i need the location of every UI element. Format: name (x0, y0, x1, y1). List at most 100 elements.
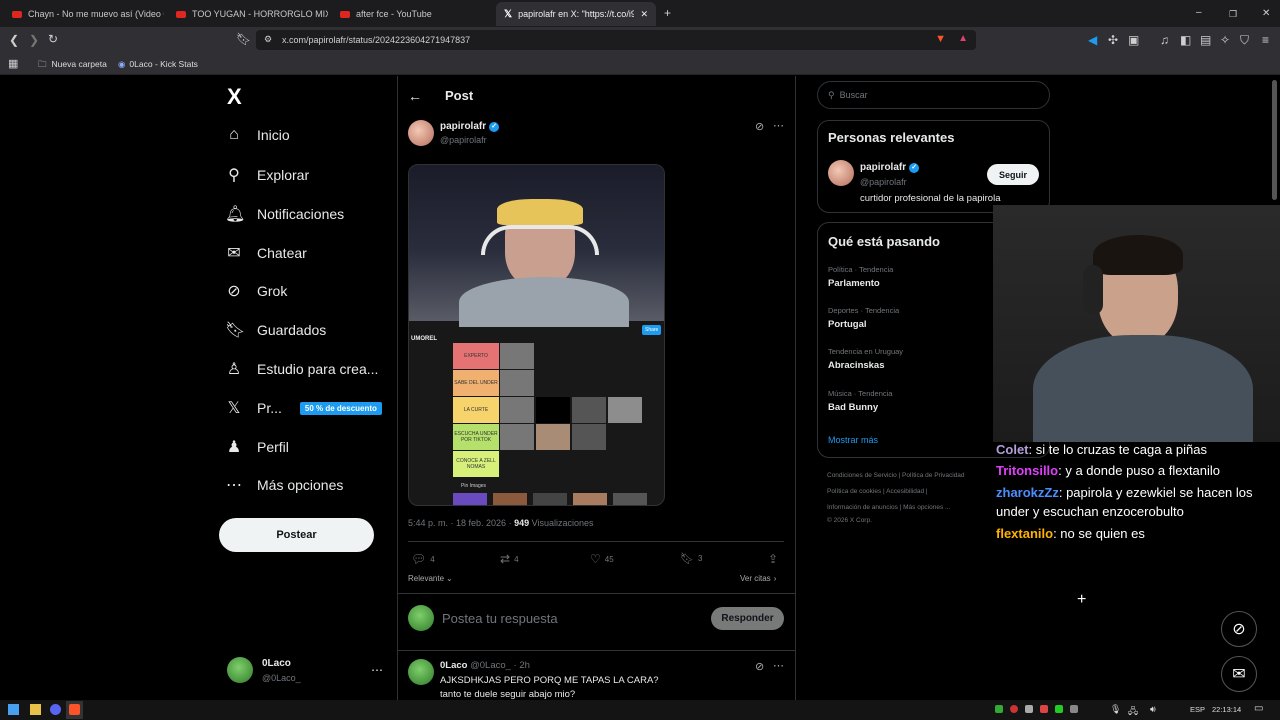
reply-input[interactable]: Postea tu respuesta (442, 611, 558, 626)
repost-action[interactable]: ⇄ 4 (500, 552, 519, 566)
wallet-icon[interactable]: ▤ (1200, 34, 1211, 46)
close-window-icon[interactable]: ✕ (1262, 8, 1270, 20)
more-icon: ⋯ (226, 477, 242, 494)
x-logo[interactable]: X (227, 84, 242, 110)
brave-shields-icon[interactable]: ▼ (935, 33, 946, 45)
volume-icon[interactable]: 🔊︎ (1150, 704, 1156, 715)
relevant-avatar[interactable] (828, 160, 854, 186)
back-icon[interactable]: ❮ (9, 34, 19, 46)
account-avatar[interactable] (227, 657, 253, 683)
mic-icon[interactable]: 🎙︎ (1110, 704, 1121, 715)
like-action[interactable]: ♡ 45 (590, 552, 614, 566)
footer-links-3[interactable]: Información de anuncios | Más opciones .… (827, 504, 950, 511)
downloads-icon[interactable]: ▣ (1128, 34, 1139, 46)
media-icon[interactable]: ♫ (1160, 34, 1169, 46)
audio-icon[interactable]: ◀︎ (1088, 34, 1097, 46)
quotes-link[interactable]: Ver citas › (740, 574, 776, 583)
start-icon[interactable] (8, 704, 19, 715)
post-media[interactable]: UMOREL Share EXPERTO SABE DEL UNDER LA CUR… (408, 164, 665, 506)
sidebar-item-more[interactable]: ⋯ Más opciones (225, 475, 343, 495)
webcam-overlay (993, 205, 1280, 442)
forward-icon[interactable]: ❯ (29, 34, 39, 46)
trend-item[interactable]: Abracinskas (828, 360, 885, 371)
network-icon[interactable]: 🖧︎ (1128, 704, 1138, 720)
reply-avatar[interactable] (408, 659, 434, 685)
grok-float-button[interactable]: ⊘ (1221, 611, 1257, 647)
reload-icon[interactable]: ↻ (48, 33, 58, 45)
browser-tab-2[interactable]: TOO YUGAN - HORRORGLO MIXTAP (168, 2, 328, 26)
brave-taskbar-button[interactable] (66, 701, 83, 719)
account-name: 0Laco (262, 658, 291, 669)
sidebar-item-bookmark[interactable]: 🔖︎ Guardados (225, 320, 326, 340)
discord-icon[interactable] (50, 704, 61, 715)
browser-tab-3[interactable]: after fce - YouTube (332, 2, 492, 26)
share-action[interactable]: ⇪ (768, 552, 778, 566)
search-icon: ⚲ (228, 167, 240, 184)
back-arrow-icon[interactable]: ← (408, 88, 422, 104)
restore-icon[interactable]: ❐ (1229, 8, 1237, 20)
page-scrollbar[interactable] (1272, 80, 1277, 200)
relevant-name-row[interactable]: papirolafr ✓ (860, 162, 920, 173)
bookmark-action[interactable]: 🔖︎ 3 (680, 552, 702, 565)
brave-rewards-icon[interactable]: ▲ (958, 33, 968, 44)
author-name-row[interactable]: papirolafr ✓ (440, 121, 500, 132)
sidebar-item-mail[interactable]: ✉ Chatear (225, 243, 307, 263)
grok-icon[interactable]: ⊘ (755, 120, 764, 133)
tray-icon-3 (1025, 705, 1033, 713)
leo-ai-icon[interactable]: ✧ (1220, 34, 1230, 46)
youtube-icon (340, 10, 350, 18)
heart-icon: ♡ (590, 552, 601, 566)
bookmark-kick-stats[interactable]: ◉ 0Laco - Kick Stats (118, 59, 198, 70)
sort-dropdown[interactable]: Relevante ⌄ (408, 574, 453, 583)
sidebar-item-studio[interactable]: ♙ Estudio para crea... (225, 359, 379, 379)
sidebar-item-home[interactable]: ⌂ Inicio (225, 126, 290, 144)
follow-button[interactable]: Seguir (987, 164, 1039, 185)
sidebar-item-bell[interactable]: 🔔︎ Notificaciones (225, 204, 344, 224)
tier-thumbnail (500, 370, 534, 396)
footer-links-1[interactable]: Condiciones de Servicio | Política de Pr… (827, 472, 965, 479)
menu-icon[interactable]: ≡ (1262, 34, 1269, 46)
composer-avatar (408, 605, 434, 631)
site-info-icon[interactable]: ⚙ (264, 34, 272, 45)
messages-float-button[interactable]: ✉ (1221, 656, 1257, 692)
account-more-icon[interactable]: ⋯ (371, 663, 383, 677)
bookmark-folder[interactable]: 🗀︎ Nueva carpeta (38, 59, 107, 73)
show-more-link[interactable]: Mostrar más (828, 435, 878, 445)
sidebar-item-search[interactable]: ⚲ Explorar (225, 165, 309, 185)
extensions-icon[interactable]: ✣ (1108, 34, 1118, 46)
apps-grid-icon[interactable]: ▦ (8, 58, 18, 70)
reply-button[interactable]: Responder (711, 607, 784, 630)
close-tab-icon[interactable]: ✕ (640, 9, 648, 20)
trend-item[interactable]: Bad Bunny (828, 402, 878, 413)
post-more-icon[interactable]: ⋯ (773, 119, 784, 132)
bookmark-page-icon[interactable]: 🔖︎ (236, 33, 251, 45)
sidebar-toggle-icon[interactable]: ◧ (1180, 34, 1191, 46)
sidebar-item-label: Chatear (257, 245, 307, 261)
minimize-icon[interactable]: – (1196, 7, 1202, 19)
sidebar-item-grok[interactable]: ⊘ Grok (225, 281, 287, 301)
chat-message: zharokzZz: papirola y ezewkiel se hacen … (996, 485, 1253, 500)
browser-tab-4[interactable]: 𝕏papirolafr en X: "https://t.co/i9U ✕ (496, 2, 656, 26)
clock[interactable]: 22:13:14 (1212, 705, 1241, 714)
footer-links-2[interactable]: Política de cookies | Accesibilidad | (827, 488, 928, 495)
trend-item[interactable]: Parlamento (828, 278, 880, 289)
grok-icon[interactable]: ⊘ (755, 660, 764, 673)
notifications-icon[interactable]: ▭ (1254, 703, 1263, 714)
trend-item[interactable]: Portugal (828, 319, 867, 330)
search-box[interactable]: ⚲ Buscar (817, 81, 1050, 109)
reply-more-icon[interactable]: ⋯ (773, 659, 784, 672)
explorer-icon[interactable] (30, 704, 41, 715)
url-bar[interactable]: ⚙ x.com/papirolafr/status/20242236042719… (256, 30, 976, 50)
author-avatar[interactable] (408, 120, 434, 146)
youtube-icon (176, 10, 186, 18)
tray-icon-6 (1070, 705, 1078, 713)
language-indicator[interactable]: ESP (1190, 705, 1205, 714)
tray-icons[interactable] (995, 705, 1095, 715)
new-tab-button[interactable]: + (664, 7, 671, 19)
sidebar-item-premium[interactable]: 𝕏 Pr... 50 % de descuento (225, 398, 382, 418)
post-button[interactable]: Postear (219, 518, 374, 552)
reply-action[interactable]: 💬︎ 4 (411, 552, 435, 566)
browser-tab-1[interactable]: Chayn - No me muevo así (Video Ofi (4, 2, 164, 26)
vpn-icon[interactable]: ⛉ (1240, 34, 1249, 46)
sidebar-item-profile[interactable]: ♟ Perfil (225, 437, 289, 457)
